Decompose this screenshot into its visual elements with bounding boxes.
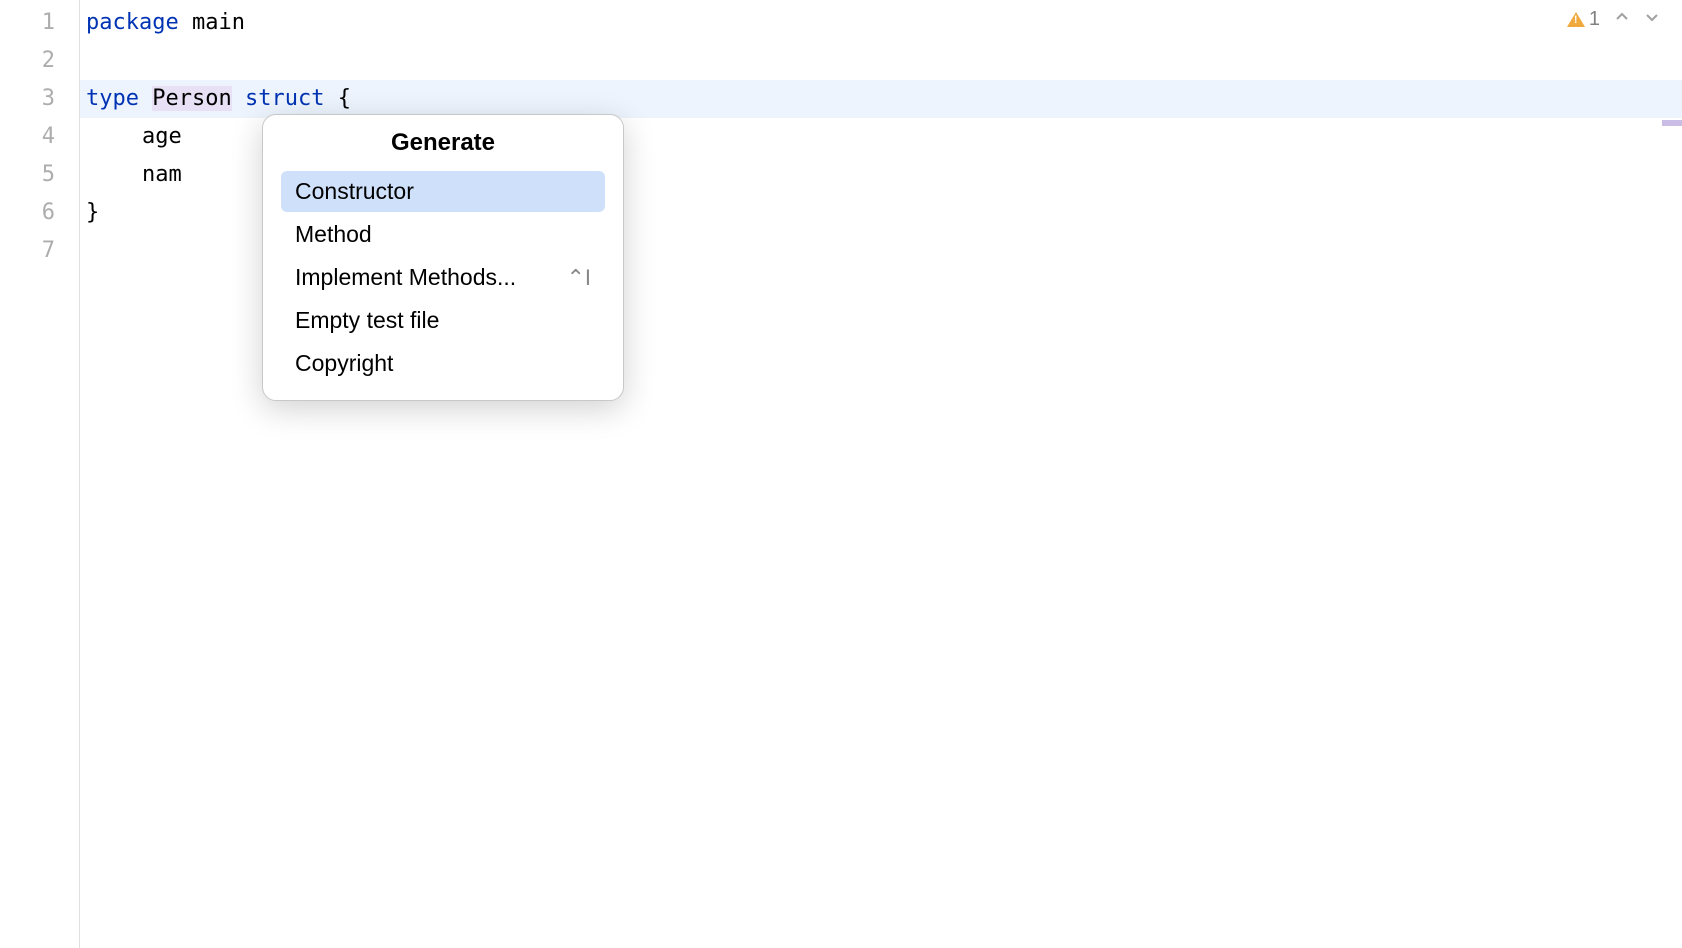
popup-item-label: Empty test file (295, 307, 439, 334)
line-number-1[interactable]: 1 (0, 4, 79, 42)
gutter: 1 2 3 4 5 6 7 (0, 0, 80, 948)
keyword-struct: struct (245, 86, 324, 111)
line-number-5[interactable]: 5 (0, 156, 79, 194)
line-number-4[interactable]: 4 (0, 118, 79, 156)
code-line-1[interactable]: package main (86, 4, 1682, 42)
brace-close: } (86, 200, 99, 225)
line-number-2[interactable]: 2 (0, 42, 79, 80)
popup-item-empty-test-file[interactable]: Empty test file (281, 300, 605, 341)
popup-list: Constructor Method Implement Methods... … (281, 171, 605, 384)
popup-item-copyright[interactable]: Copyright (281, 343, 605, 384)
editor-container: 1 2 3 4 5 6 7 package main type Person s… (0, 0, 1682, 948)
popup-item-constructor[interactable]: Constructor (281, 171, 605, 212)
status-indicators: 1 (1567, 8, 1660, 31)
popup-item-label: Implement Methods... (295, 264, 516, 291)
popup-item-label: Method (295, 221, 372, 248)
warning-count: 1 (1589, 8, 1600, 31)
popup-item-shortcut: ⌃I (566, 265, 591, 291)
line-number-7[interactable]: 7 (0, 232, 79, 270)
field-age: age (142, 124, 182, 149)
code-line-2[interactable] (86, 42, 1682, 80)
chevron-down-icon[interactable] (1644, 8, 1660, 31)
warning-badge[interactable]: 1 (1567, 8, 1600, 31)
popup-item-label: Constructor (295, 178, 414, 205)
popup-item-implement-methods[interactable]: Implement Methods... ⌃I (281, 257, 605, 298)
error-stripe-marker[interactable] (1662, 120, 1682, 126)
keyword-package: package (86, 10, 179, 35)
line-number-6[interactable]: 6 (0, 194, 79, 232)
chevron-up-icon[interactable] (1614, 8, 1630, 31)
keyword-type: type (86, 86, 139, 111)
popup-title: Generate (281, 129, 605, 157)
popup-item-label: Copyright (295, 350, 393, 377)
generate-popup: Generate Constructor Method Implement Me… (262, 114, 624, 401)
line-number-3[interactable]: 3 (0, 80, 79, 118)
popup-item-method[interactable]: Method (281, 214, 605, 255)
field-name: nam (142, 162, 182, 187)
brace-open: { (338, 86, 351, 111)
warning-icon (1567, 12, 1585, 27)
identifier-main: main (192, 10, 245, 35)
type-name-person: Person (152, 86, 231, 111)
code-line-3[interactable]: type Person struct { (80, 80, 1682, 118)
code-area[interactable]: package main type Person struct { age na… (80, 0, 1682, 948)
